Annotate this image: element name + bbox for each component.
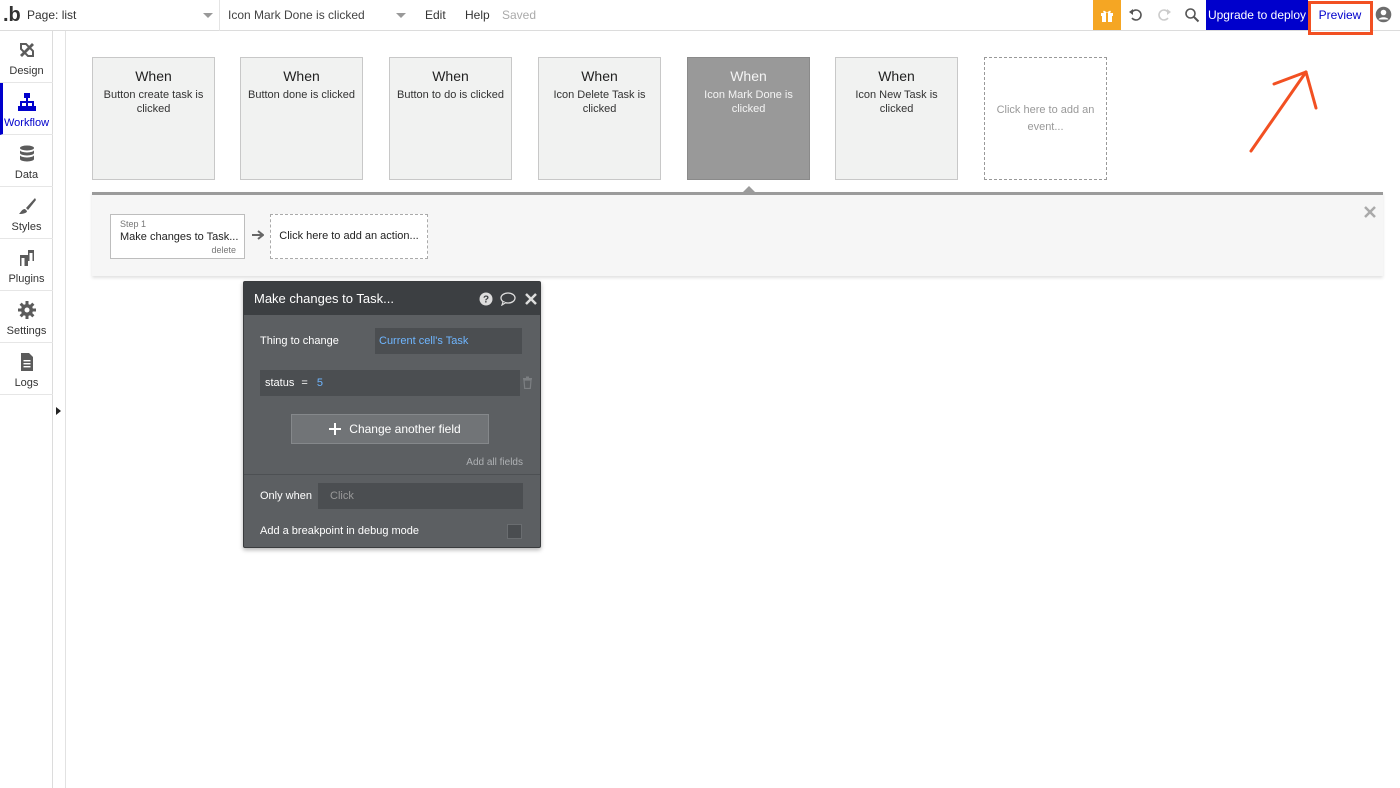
preview-button[interactable]: Preview	[1308, 0, 1372, 30]
event-description: Button done is clicked	[247, 89, 355, 101]
redo-button[interactable]	[1150, 0, 1178, 30]
event-card-selected[interactable]: When Icon Mark Done is clicked	[687, 57, 810, 180]
event-description: Button create task is clicked	[103, 89, 204, 115]
expand-arrow-icon[interactable]	[56, 407, 61, 415]
close-icon[interactable]	[1364, 206, 1376, 218]
add-all-fields-link[interactable]: Add all fields	[466, 457, 523, 468]
step-number: Step 1	[120, 219, 147, 229]
sidebar-item-logs[interactable]: Logs	[0, 343, 53, 395]
add-action-button[interactable]: Click here to add an action...	[270, 214, 428, 259]
step-name: Make changes to Task...	[120, 231, 239, 243]
redo-icon	[1158, 9, 1171, 21]
sidebar-item-label: Logs	[14, 377, 39, 389]
popup-divider	[244, 474, 540, 475]
event-description: Button to do is clicked	[396, 89, 504, 101]
database-icon	[20, 145, 34, 162]
left-sidebar: Design Workflow Data Styles Plugins Sett…	[0, 31, 53, 788]
event-when-label: When	[730, 68, 767, 84]
comment-icon[interactable]	[500, 292, 516, 306]
thing-to-change-field[interactable]: Current cell's Task	[375, 328, 522, 354]
search-button[interactable]	[1178, 0, 1206, 30]
change-another-field-label: Change another field	[349, 422, 461, 436]
event-description: Icon Mark Done is clicked	[704, 89, 793, 115]
delete-step-link[interactable]: delete	[211, 245, 236, 255]
brush-icon	[19, 198, 36, 214]
canvas-divider	[65, 31, 66, 788]
gift-icon	[1101, 10, 1113, 22]
svg-text:?: ?	[483, 295, 489, 306]
menu-edit[interactable]: Edit	[425, 0, 446, 31]
field-operator: =	[301, 377, 308, 389]
event-when-label: When	[283, 68, 320, 84]
sidebar-item-label: Workflow	[3, 117, 50, 129]
action-editor-popup: Make changes to Task... ? Thing to chang…	[243, 281, 541, 548]
sidebar-item-label: Styles	[11, 221, 42, 233]
search-icon	[1185, 8, 1200, 23]
element-selector[interactable]: Icon Mark Done is clicked	[222, 0, 412, 31]
event-description: Icon New Task is clicked	[855, 89, 938, 115]
event-card[interactable]: When Button to do is clicked	[389, 57, 512, 180]
breakpoint-checkbox[interactable]	[507, 524, 522, 539]
sidebar-item-workflow[interactable]: Workflow	[0, 83, 53, 135]
trash-icon[interactable]	[522, 376, 533, 389]
menu-help[interactable]: Help	[465, 0, 490, 31]
document-icon	[21, 353, 33, 371]
event-when-label: When	[432, 68, 469, 84]
save-status: Saved	[502, 8, 537, 22]
sidebar-item-settings[interactable]: Settings	[0, 291, 53, 343]
user-icon[interactable]	[1375, 6, 1392, 23]
gift-button[interactable]	[1093, 0, 1121, 30]
field-name: status	[265, 377, 295, 389]
only-when-label: Only when	[260, 490, 312, 502]
help-icon[interactable]: ?	[479, 292, 493, 306]
popup-title: Make changes to Task...	[254, 291, 394, 306]
event-card[interactable]: When Button done is clicked	[240, 57, 363, 180]
workflow-icon	[18, 93, 36, 111]
sidebar-item-label: Data	[14, 169, 39, 181]
sidebar-item-design[interactable]: Design	[0, 31, 53, 83]
close-icon[interactable]	[524, 292, 538, 306]
chevron-down-icon	[203, 13, 213, 18]
page-selector-label: Page: list	[27, 8, 77, 22]
element-selector-label: Icon Mark Done is clicked	[228, 8, 365, 22]
event-description: Icon Delete Task is clicked	[553, 89, 646, 115]
event-card[interactable]: When Button create task is clicked	[92, 57, 215, 180]
step-card[interactable]: Step 1 Make changes to Task... delete	[110, 214, 245, 259]
only-when-field[interactable]: Click	[318, 483, 523, 509]
design-icon	[20, 43, 34, 57]
arrow-right-icon	[252, 230, 264, 240]
bubble-logo[interactable]: .b	[3, 4, 21, 27]
sidebar-item-label: Settings	[6, 325, 47, 337]
event-when-label: When	[135, 68, 172, 84]
event-when-label: When	[878, 68, 915, 84]
popup-header: Make changes to Task... ?	[244, 282, 540, 315]
undo-icon	[1129, 9, 1142, 21]
workflow-steps-panel: Step 1 Make changes to Task... delete Cl…	[92, 192, 1383, 276]
breakpoint-label: Add a breakpoint in debug mode	[260, 525, 420, 537]
plus-icon	[329, 423, 341, 435]
page-selector[interactable]: Page: list	[22, 0, 220, 31]
upgrade-button[interactable]: Upgrade to deploy	[1206, 0, 1308, 30]
sidebar-item-data[interactable]: Data	[0, 135, 53, 187]
add-event-card[interactable]: Click here to add an event...	[984, 57, 1107, 180]
sidebar-item-styles[interactable]: Styles	[0, 187, 53, 239]
chevron-down-icon	[396, 13, 406, 18]
annotation-arrow-icon	[1249, 70, 1318, 153]
undo-button[interactable]	[1122, 0, 1150, 30]
add-event-label: Click here to add an event...	[996, 104, 1095, 133]
field-value[interactable]: 5	[317, 377, 323, 389]
event-card[interactable]: When Icon Delete Task is clicked	[538, 57, 661, 180]
sidebar-item-plugins[interactable]: Plugins	[0, 239, 53, 291]
sidebar-item-label: Design	[9, 65, 44, 77]
field-assignment-row[interactable]: status = 5	[260, 370, 520, 396]
top-bar: .b Page: list Icon Mark Done is clicked …	[0, 0, 1400, 31]
change-another-field-button[interactable]: Change another field	[291, 414, 489, 444]
event-when-label: When	[581, 68, 618, 84]
event-card[interactable]: When Icon New Task is clicked	[835, 57, 958, 180]
plugin-icon	[20, 250, 34, 266]
gear-icon	[18, 301, 36, 319]
sidebar-item-label: Plugins	[8, 273, 45, 285]
thing-to-change-label: Thing to change	[260, 335, 339, 347]
